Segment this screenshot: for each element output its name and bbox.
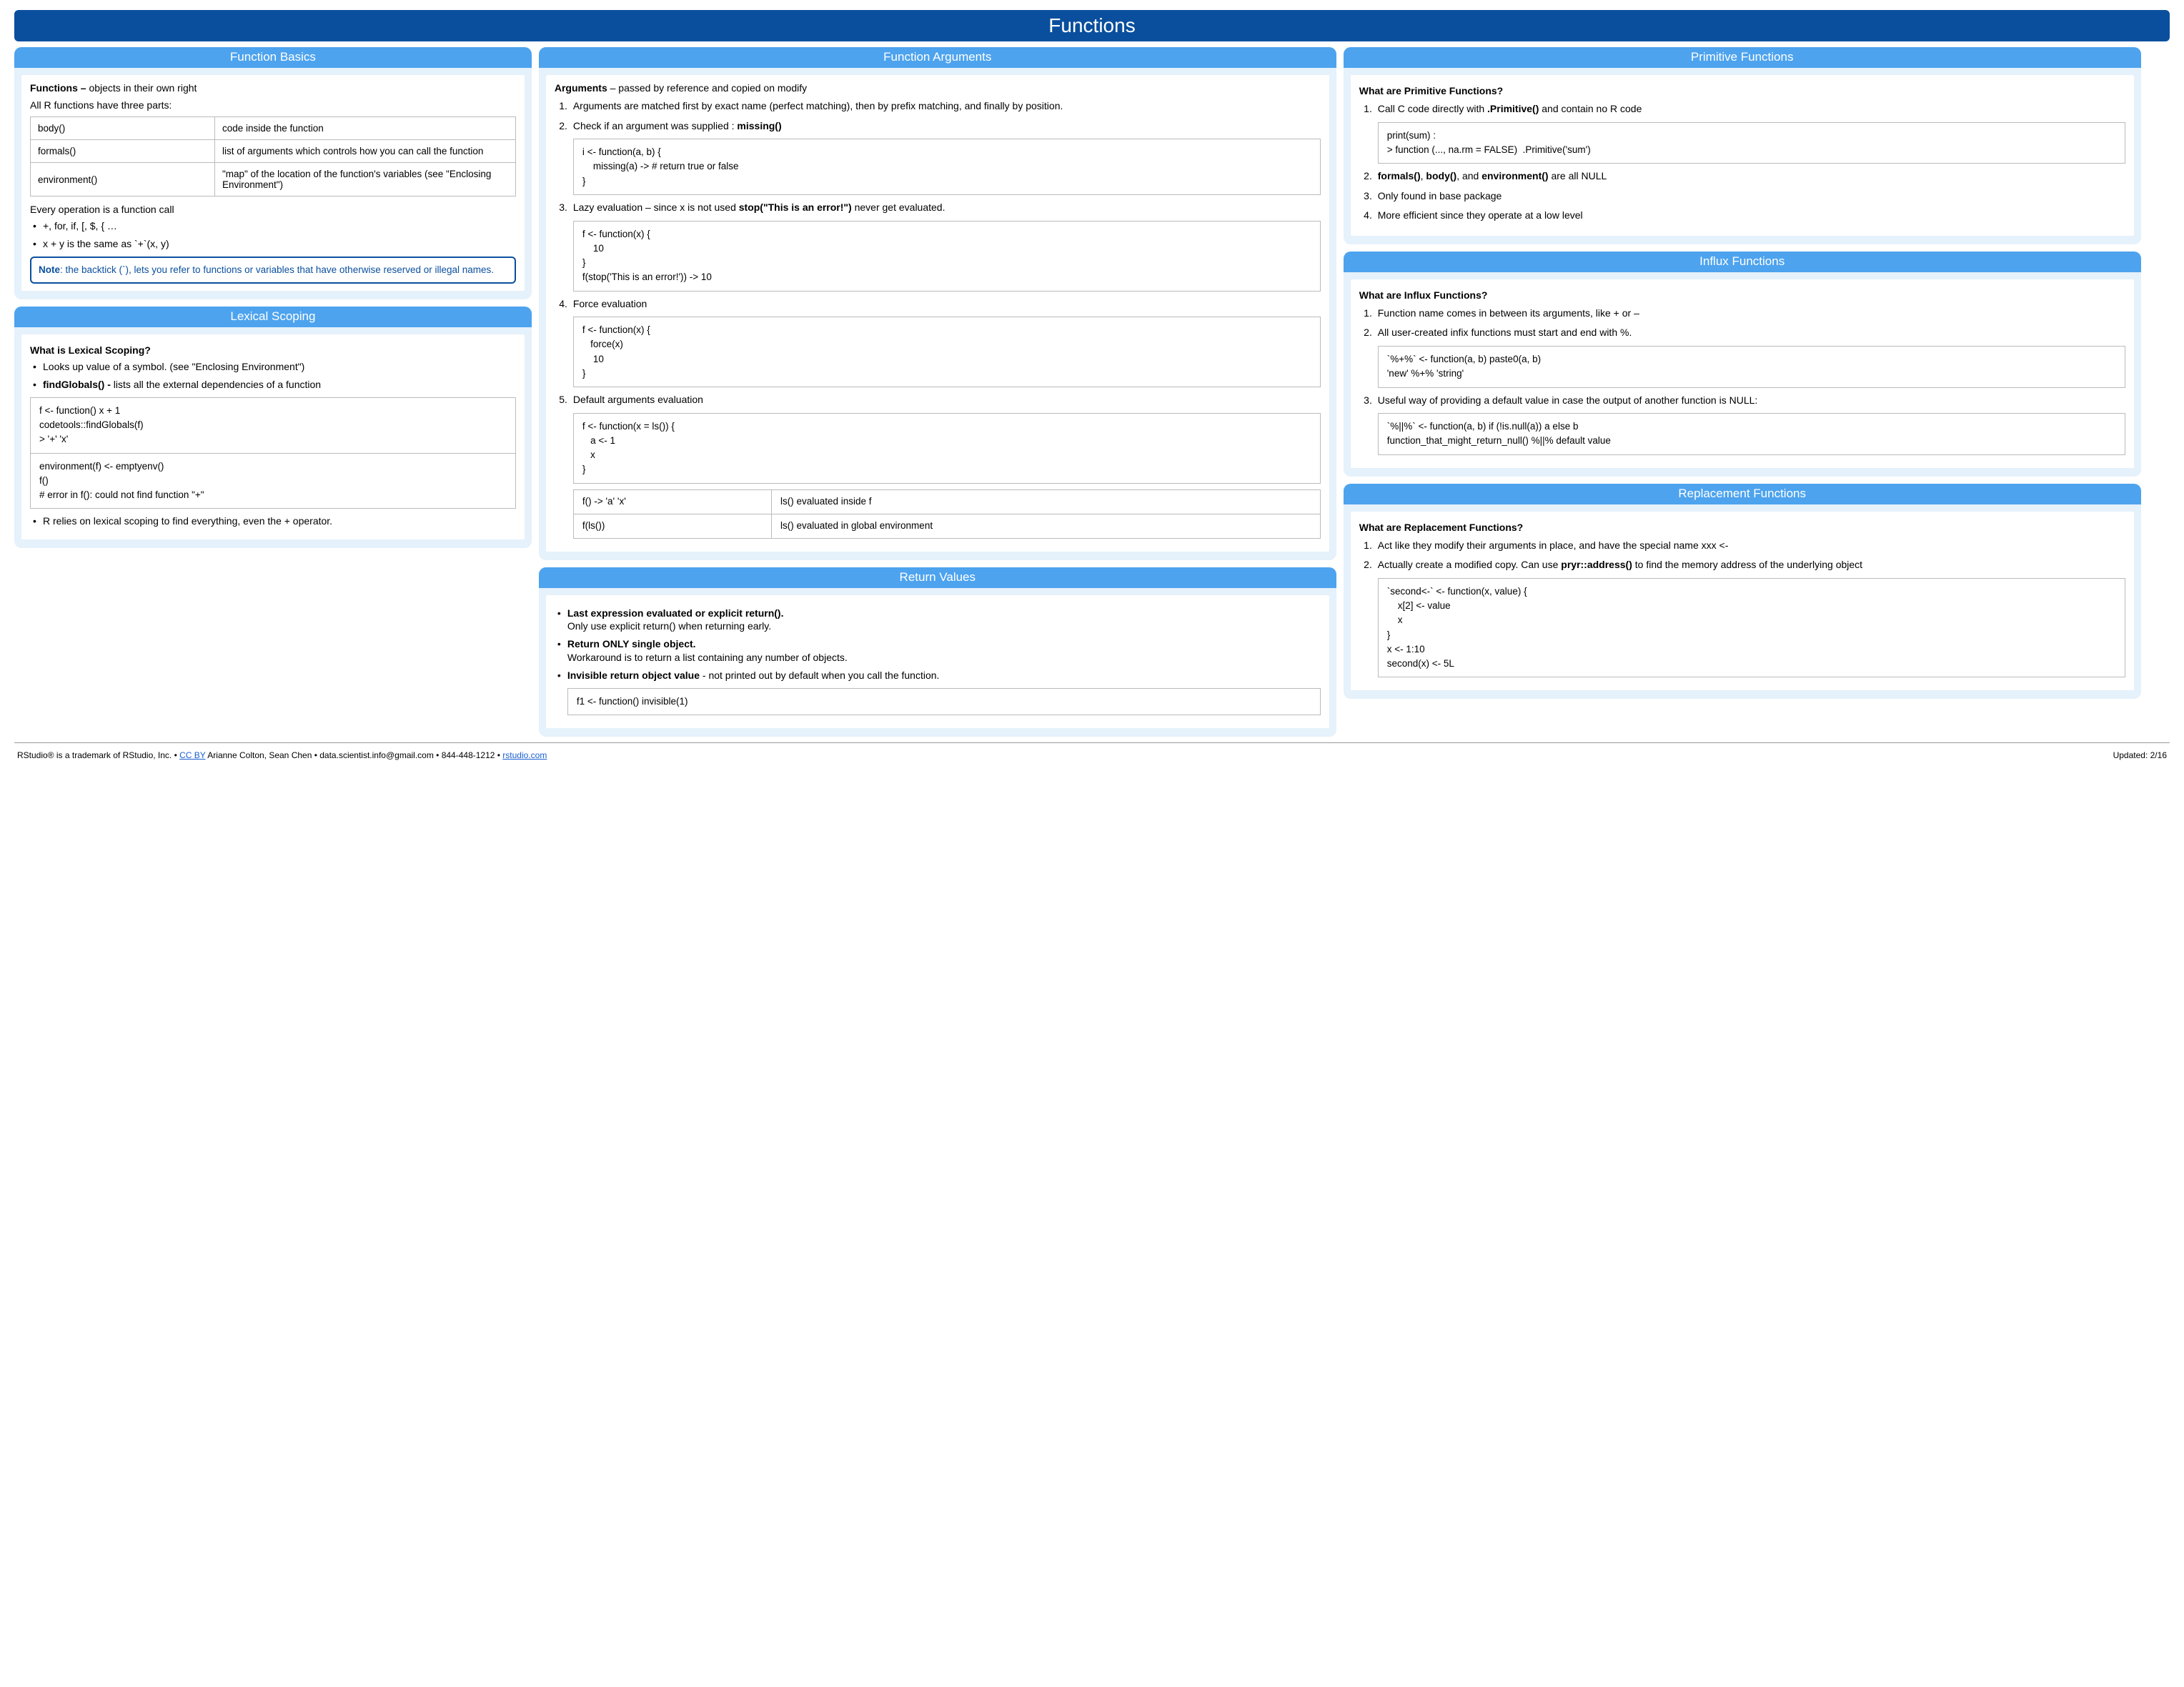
- table-row: body()code inside the function: [31, 117, 516, 140]
- footer-left: RStudio® is a trademark of RStudio, Inc.…: [17, 750, 547, 760]
- list-item: Call C code directly with .Primitive() a…: [1375, 102, 2125, 164]
- panel-header: Lexical Scoping: [14, 307, 532, 327]
- code-block: i <- function(a, b) { missing(a) -> # re…: [573, 139, 1321, 195]
- panel-influx-functions: Influx Functions What are Influx Functio…: [1344, 252, 2141, 477]
- list-item: Last expression evaluated or explicit re…: [557, 607, 1321, 634]
- list-item: Default arguments evaluation f <- functi…: [570, 393, 1321, 538]
- code-block: f <- function(x) { force(x) 10 }: [573, 317, 1321, 387]
- panel-header: Function Arguments: [539, 47, 1336, 68]
- list-item: x + y is the same as `+`(x, y): [33, 237, 516, 251]
- table-row: environment()"map" of the location of th…: [31, 163, 516, 196]
- list-item: More efficient since they operate at a l…: [1375, 209, 2125, 223]
- code-block: `%||%` <- function(a, b) if (!is.null(a)…: [1378, 413, 2125, 455]
- list-item: All user-created infix functions must st…: [1375, 326, 2125, 387]
- list-item: Actually create a modified copy. Can use…: [1375, 558, 2125, 677]
- note-box: Note: the backtick (`), lets you refer t…: [30, 257, 516, 284]
- list-item: findGlobals() - lists all the external d…: [33, 378, 516, 392]
- basics-table: body()code inside the function formals()…: [30, 116, 516, 196]
- panel-header: Primitive Functions: [1344, 47, 2141, 68]
- table-row: formals()list of arguments which control…: [31, 140, 516, 163]
- panel-header: Replacement Functions: [1344, 484, 2141, 504]
- panel-lexical-scoping: Lexical Scoping What is Lexical Scoping?…: [14, 307, 532, 548]
- panel-header: Function Basics: [14, 47, 532, 68]
- list-item: Useful way of providing a default value …: [1375, 394, 2125, 455]
- prim-question: What are Primitive Functions?: [1359, 85, 2125, 96]
- cc-by-link[interactable]: CC BY: [179, 750, 205, 760]
- panel-primitive-functions: Primitive Functions What are Primitive F…: [1344, 47, 2141, 244]
- list-item: +, for, if, [, $, { …: [33, 219, 516, 233]
- code-block: f <- function() x + 1 codetools::findGlo…: [30, 397, 516, 509]
- list-item: Force evaluation f <- function(x) { forc…: [570, 297, 1321, 388]
- footer-right: Updated: 2/16: [2113, 750, 2167, 760]
- main-columns: Function Basics Functions – objects in t…: [14, 47, 2170, 737]
- basics-sub: All R functions have three parts:: [30, 99, 516, 111]
- list-item: Return ONLY single object. Workaround is…: [557, 637, 1321, 665]
- rstudio-link[interactable]: rstudio.com: [502, 750, 547, 760]
- list-item: Only found in base package: [1375, 189, 2125, 204]
- panel-header: Return Values: [539, 567, 1336, 588]
- list-item: Lazy evaluation – since x is not used st…: [570, 201, 1321, 292]
- code-block: print(sum) : > function (..., na.rm = FA…: [1378, 122, 2125, 164]
- list-item: Function name comes in between its argum…: [1375, 307, 2125, 321]
- eval-table: f() -> 'a' 'x'ls() evaluated inside f f(…: [573, 489, 1321, 539]
- basics-every-op: Every operation is a function call: [30, 204, 516, 215]
- code-block: f1 <- function() invisible(1): [567, 688, 1321, 715]
- list-item: formals(), body(), and environment() are…: [1375, 169, 2125, 184]
- footer: RStudio® is a trademark of RStudio, Inc.…: [14, 742, 2170, 760]
- panel-replacement-functions: Replacement Functions What are Replaceme…: [1344, 484, 2141, 700]
- basics-lead: Functions – objects in their own right: [30, 82, 516, 94]
- args-lead: Arguments – passed by reference and copi…: [555, 82, 1321, 94]
- panel-return-values: Return Values Last expression evaluated …: [539, 567, 1336, 737]
- code-block: f <- function(x) { 10 } f(stop('This is …: [573, 221, 1321, 292]
- panel-function-basics: Function Basics Functions – objects in t…: [14, 47, 532, 299]
- list-item: Arguments are matched first by exact nam…: [570, 99, 1321, 114]
- list-item: Check if an argument was supplied : miss…: [570, 119, 1321, 195]
- repl-question: What are Replacement Functions?: [1359, 522, 2125, 533]
- list-item: R relies on lexical scoping to find ever…: [33, 514, 516, 528]
- panel-function-arguments: Function Arguments Arguments – passed by…: [539, 47, 1336, 560]
- scoping-question: What is Lexical Scoping?: [30, 344, 516, 356]
- influx-question: What are Influx Functions?: [1359, 289, 2125, 301]
- list-item: Invisible return object value - not prin…: [557, 669, 1321, 715]
- code-block: `second<-` <- function(x, value) { x[2] …: [1378, 578, 2125, 678]
- code-block: f <- function(x = ls()) { a <- 1 x }: [573, 413, 1321, 484]
- code-block: `%+%` <- function(a, b) paste0(a, b) 'ne…: [1378, 346, 2125, 388]
- list-item: Looks up value of a symbol. (see "Enclos…: [33, 360, 516, 374]
- page-title: Functions: [14, 10, 2170, 41]
- panel-header: Influx Functions: [1344, 252, 2141, 272]
- list-item: Act like they modify their arguments in …: [1375, 539, 2125, 553]
